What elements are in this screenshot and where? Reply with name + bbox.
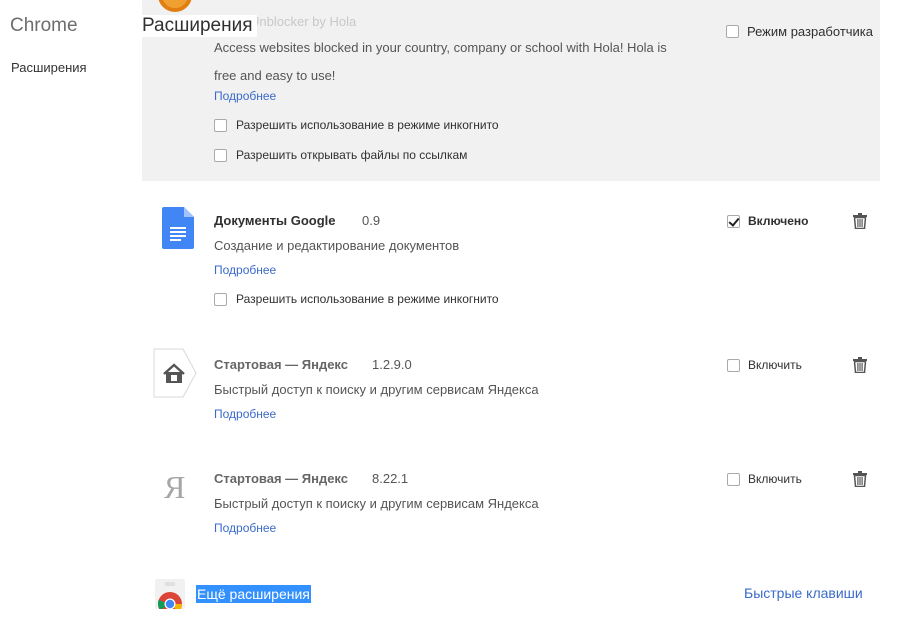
file-urls-checkbox[interactable]: [214, 148, 227, 162]
incognito-option[interactable]: Разрешить использование в режиме инкогни…: [214, 292, 499, 306]
extension-name-partial: Unblocker by Hola: [250, 14, 357, 29]
google-docs-icon: [162, 207, 194, 249]
developer-mode-label: Режим разработчика: [747, 24, 874, 39]
incognito-option-label: Разрешить использование в режиме инкогни…: [236, 118, 499, 132]
extension-version: 1.2.9.0: [372, 357, 412, 372]
extension-description: Быстрый доступ к поиску и другим сервиса…: [214, 382, 539, 397]
developer-mode-checkbox[interactable]: [726, 25, 739, 38]
enable-checkbox[interactable]: [727, 472, 740, 486]
sidebar-item-extensions[interactable]: Расширения: [11, 60, 87, 75]
extension-description: Быстрый доступ к поиску и другим сервиса…: [214, 496, 539, 511]
enable-checkbox[interactable]: [727, 214, 740, 228]
developer-mode-toggle[interactable]: Режим разработчика: [726, 24, 873, 39]
enable-toggle-label: Включить: [748, 358, 802, 372]
sidebar-title: Chrome: [10, 15, 78, 36]
file-urls-option-label: Разрешить открывать файлы по ссылкам: [236, 148, 468, 162]
details-link[interactable]: Подробнее: [214, 521, 276, 535]
page-title: Расширения: [142, 15, 257, 37]
extension-name: Документы Google: [214, 213, 336, 228]
keyboard-shortcuts-link[interactable]: Быстрые клавиши: [744, 585, 863, 601]
extension-name: Стартовая — Яндекс: [214, 357, 348, 372]
details-link[interactable]: Подробнее: [214, 263, 276, 277]
details-link[interactable]: Подробнее: [214, 407, 276, 421]
chrome-web-store-icon: [155, 579, 185, 609]
trash-icon[interactable]: [853, 471, 867, 487]
details-link[interactable]: Подробнее: [214, 89, 276, 103]
trash-icon[interactable]: [853, 357, 867, 373]
yandex-home-icon: [153, 348, 197, 398]
extension-name: Стартовая — Яндекс: [214, 471, 348, 486]
extension-version: 0.9: [362, 213, 381, 228]
enable-toggle[interactable]: Включить: [727, 472, 802, 486]
incognito-checkbox[interactable]: [214, 118, 227, 132]
extension-description: Создание и редактирование документов: [214, 238, 460, 253]
incognito-checkbox[interactable]: [214, 292, 227, 306]
extension-version: 8.22.1: [372, 471, 409, 486]
enable-toggle[interactable]: Включено: [727, 214, 808, 228]
incognito-option[interactable]: Разрешить использование в режиме инкогни…: [214, 118, 499, 132]
enable-toggle[interactable]: Включить: [727, 358, 802, 372]
yandex-logo-icon: Я: [164, 469, 186, 505]
hola-extension-icon: [158, 0, 192, 12]
enable-toggle-label: Включено: [748, 214, 809, 228]
file-urls-option[interactable]: Разрешить открывать файлы по ссылкам: [214, 148, 467, 162]
trash-icon[interactable]: [853, 213, 867, 229]
extension-description: Access websites blocked in your country,…: [214, 40, 667, 83]
more-extensions-link[interactable]: Ещё расширения: [196, 585, 311, 603]
enable-checkbox[interactable]: [727, 358, 740, 372]
enable-toggle-label: Включить: [748, 472, 802, 486]
incognito-option-label: Разрешить использование в режиме инкогни…: [236, 292, 499, 306]
